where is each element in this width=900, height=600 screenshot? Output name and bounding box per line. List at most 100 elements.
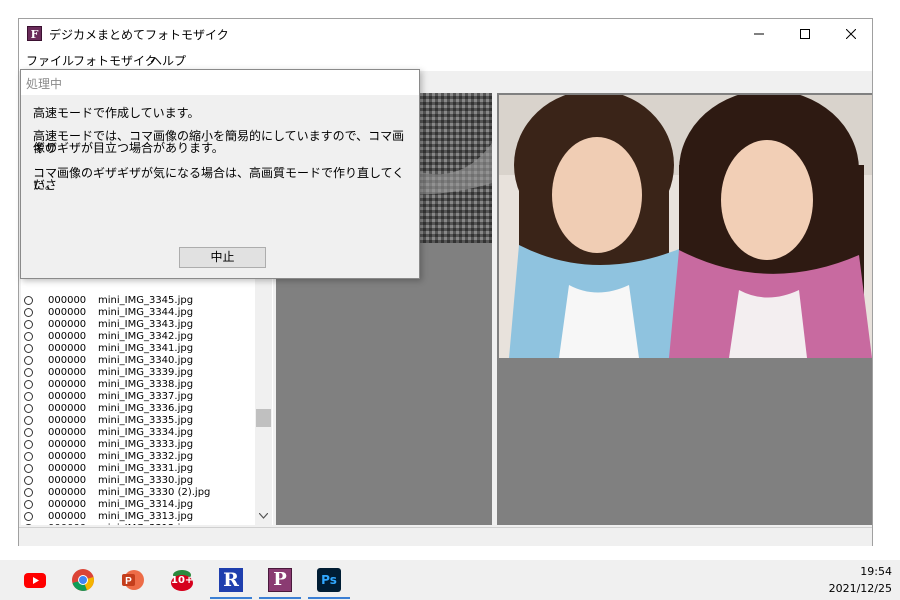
taskbar: P 10+ R P Ps 19:54 2021/12/25 bbox=[0, 560, 900, 600]
list-item[interactable]: 000000 mini_IMG_3331.jpg bbox=[21, 463, 253, 475]
item-filename: mini_IMG_3334.jpg bbox=[98, 427, 194, 438]
item-count: 000000 bbox=[48, 391, 87, 402]
chrome-icon[interactable] bbox=[71, 568, 95, 592]
list-item[interactable]: 000000 mini_IMG_3337.jpg bbox=[21, 391, 253, 403]
radio-button[interactable] bbox=[24, 368, 33, 377]
list-item[interactable]: 000000 mini_IMG_3338.jpg bbox=[21, 379, 253, 391]
list-item[interactable]: 000000 mini_IMG_3342.jpg bbox=[21, 331, 253, 343]
photo-app-badge: 10+ bbox=[171, 575, 194, 586]
item-filename: mini_IMG_3336.jpg bbox=[98, 403, 194, 414]
list-item[interactable]: 000000 mini_IMG_3330 (2).jpg bbox=[21, 487, 253, 499]
radio-button[interactable] bbox=[24, 380, 33, 389]
photoshop-icon[interactable]: Ps bbox=[317, 568, 341, 592]
item-count: 000000 bbox=[48, 427, 87, 438]
item-filename: mini_IMG_3312.jpg bbox=[98, 523, 193, 525]
radio-button[interactable] bbox=[24, 464, 33, 473]
dialog-message-1: 高速モードで作成しています。 bbox=[33, 106, 200, 120]
output-image-panel bbox=[497, 93, 872, 525]
youtube-icon[interactable] bbox=[23, 568, 47, 592]
radio-button[interactable] bbox=[24, 392, 33, 401]
list-item[interactable]: 000000 mini_IMG_3336.jpg bbox=[21, 403, 253, 415]
stop-button[interactable]: 中止 bbox=[179, 247, 266, 268]
list-item[interactable]: 000000 mini_IMG_3335.jpg bbox=[21, 415, 253, 427]
list-item[interactable]: 000000 mini_IMG_3333.jpg bbox=[21, 439, 253, 451]
item-count: 000000 bbox=[48, 355, 87, 366]
item-filename: mini_IMG_3332.jpg bbox=[98, 451, 194, 462]
photoshop-active-indicator bbox=[308, 597, 350, 599]
item-filename: mini_IMG_3344.jpg bbox=[98, 307, 194, 318]
item-count: 000000 bbox=[48, 439, 87, 450]
item-filename: mini_IMG_3345.jpg bbox=[98, 295, 194, 306]
item-filename: mini_IMG_3335.jpg bbox=[98, 415, 194, 426]
r-app-icon[interactable]: R bbox=[219, 568, 243, 592]
clock-date[interactable]: 2021/12/25 bbox=[829, 582, 892, 595]
item-count: 000000 bbox=[48, 367, 87, 378]
r-app-active-indicator bbox=[210, 597, 252, 599]
item-filename: mini_IMG_3340.jpg bbox=[98, 355, 194, 366]
radio-button[interactable] bbox=[24, 296, 33, 305]
list-item[interactable]: 000000 mini_IMG_3343.jpg bbox=[21, 319, 253, 331]
maximize-button[interactable] bbox=[782, 19, 828, 49]
list-item[interactable]: 000000 mini_IMG_3332.jpg bbox=[21, 451, 253, 463]
window-title: デジカメまとめてフォトモザイク bbox=[49, 28, 229, 42]
radio-button[interactable] bbox=[24, 488, 33, 497]
list-item[interactable]: 000000 mini_IMG_3330.jpg bbox=[21, 475, 253, 487]
menu-photomosaic[interactable]: フォトモザイク bbox=[73, 52, 157, 69]
processing-dialog: 処理中 高速モードで作成しています。 高速モードでは、コマ画像の縮小を簡易的にし… bbox=[20, 69, 420, 279]
svg-text:P: P bbox=[125, 576, 132, 587]
photo-image bbox=[499, 95, 872, 358]
item-count: 000000 bbox=[48, 307, 87, 318]
list-item[interactable]: 000000 mini_IMG_3313.jpg bbox=[21, 511, 253, 523]
scrollbar-thumb[interactable] bbox=[256, 409, 271, 427]
title-bar[interactable]: F デジカメまとめてフォトモザイク bbox=[19, 19, 872, 49]
minimize-button[interactable] bbox=[736, 19, 782, 49]
item-filename: mini_IMG_3330 (2).jpg bbox=[98, 487, 211, 498]
powerpoint-icon[interactable]: P bbox=[120, 568, 144, 592]
item-filename: mini_IMG_3337.jpg bbox=[98, 391, 194, 402]
scroll-down-icon[interactable] bbox=[259, 513, 268, 519]
radio-button[interactable] bbox=[24, 440, 33, 449]
list-item[interactable]: 000000 mini_IMG_3314.jpg bbox=[21, 499, 253, 511]
item-count: 000000 bbox=[48, 331, 87, 342]
list-item[interactable]: 000000 mini_IMG_3312.jpg bbox=[21, 523, 253, 525]
list-item[interactable]: 000000 mini_IMG_3345.jpg bbox=[21, 295, 253, 307]
close-button[interactable] bbox=[828, 19, 874, 49]
list-item[interactable]: 000000 mini_IMG_3344.jpg bbox=[21, 307, 253, 319]
item-count: 000000 bbox=[48, 379, 87, 390]
item-filename: mini_IMG_3331.jpg bbox=[98, 463, 194, 474]
radio-button[interactable] bbox=[24, 452, 33, 461]
item-filename: mini_IMG_3342.jpg bbox=[98, 331, 194, 342]
menu-help[interactable]: ヘルプ bbox=[150, 52, 186, 69]
list-item[interactable]: 000000 mini_IMG_3340.jpg bbox=[21, 355, 253, 367]
list-item[interactable]: 000000 mini_IMG_3341.jpg bbox=[21, 343, 253, 355]
item-count: 000000 bbox=[48, 523, 86, 525]
dialog-title-bar[interactable]: 処理中 bbox=[21, 70, 419, 95]
status-bar bbox=[19, 527, 872, 546]
radio-button[interactable] bbox=[24, 512, 33, 521]
item-count: 000000 bbox=[48, 487, 87, 498]
radio-button[interactable] bbox=[24, 332, 33, 341]
menu-file[interactable]: ファイル bbox=[26, 52, 74, 69]
p-app-icon[interactable]: P bbox=[268, 568, 292, 592]
photo-app-icon[interactable]: 10+ bbox=[170, 568, 194, 592]
item-filename: mini_IMG_3341.jpg bbox=[98, 343, 194, 354]
radio-button[interactable] bbox=[24, 428, 33, 437]
radio-button[interactable] bbox=[24, 344, 33, 353]
radio-button[interactable] bbox=[24, 308, 33, 317]
dialog-message-2b: ギザギザが目立つ場合があります。 bbox=[33, 141, 224, 155]
list-item[interactable]: 000000 mini_IMG_3334.jpg bbox=[21, 427, 253, 439]
close-icon bbox=[846, 29, 856, 39]
list-item[interactable]: 000000 mini_IMG_3339.jpg bbox=[21, 367, 253, 379]
item-count: 000000 bbox=[48, 319, 87, 330]
clock-time[interactable]: 19:54 bbox=[860, 565, 892, 578]
radio-button[interactable] bbox=[24, 404, 33, 413]
radio-button[interactable] bbox=[24, 416, 33, 425]
radio-button[interactable] bbox=[24, 500, 33, 509]
radio-button[interactable] bbox=[24, 476, 33, 485]
p-app-active-indicator bbox=[259, 597, 301, 599]
radio-button[interactable] bbox=[24, 524, 33, 525]
item-count: 000000 bbox=[48, 415, 87, 426]
radio-button[interactable] bbox=[24, 320, 33, 329]
dialog-title: 処理中 bbox=[26, 77, 63, 91]
radio-button[interactable] bbox=[24, 356, 33, 365]
